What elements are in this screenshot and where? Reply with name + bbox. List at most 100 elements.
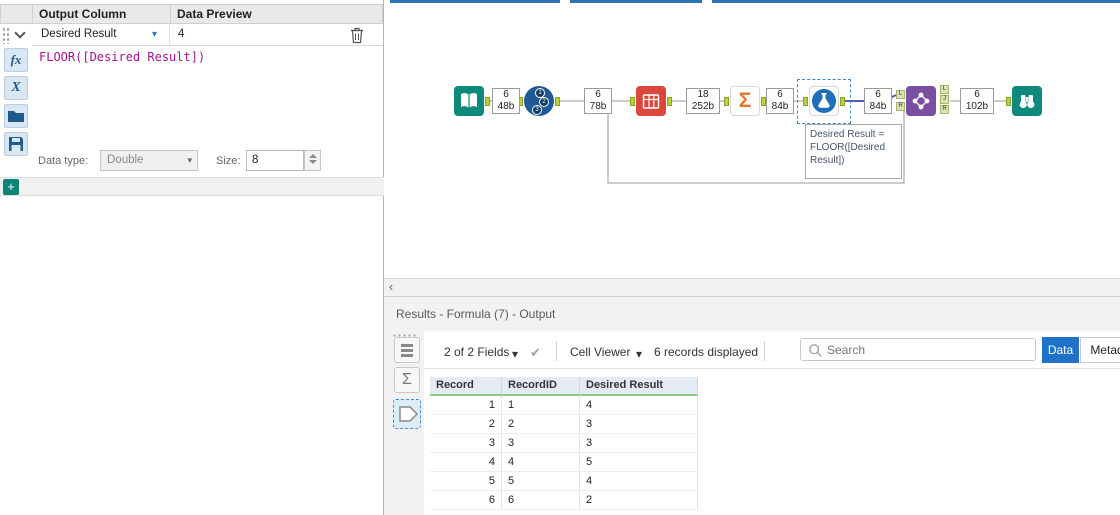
record-count: 6 (974, 89, 980, 100)
alteryx-designer-window: Output Column Data Preview Desired Resul… (0, 0, 1120, 515)
grid-cell[interactable]: 3 (502, 434, 580, 453)
cell-viewer-caret-icon[interactable]: ▾ (636, 347, 642, 361)
connection-label[interactable]: 6 84b (864, 88, 892, 114)
preview-value: 4 (178, 28, 185, 40)
fields-caret-icon[interactable]: ▾ (512, 347, 518, 361)
record-count: 6 (875, 89, 881, 100)
connection-label[interactable]: 6 48b (492, 88, 520, 114)
data-toggle-button[interactable]: Data (1042, 337, 1079, 363)
grid-cell[interactable]: 3 (430, 434, 502, 453)
formula-config-panel: Output Column Data Preview Desired Resul… (0, 0, 384, 515)
join-input-L-anchor[interactable]: L (896, 90, 905, 99)
expression-editor[interactable]: FLOOR([Desired Result]) (33, 46, 383, 150)
config-view-icon[interactable] (394, 337, 420, 363)
join-tool[interactable] (906, 86, 936, 116)
summary-view-icon[interactable]: Σ (394, 367, 420, 393)
byte-size: 252b (691, 101, 715, 112)
fields-summary[interactable]: 2 of 2 Fields (444, 345, 509, 359)
size-spinner[interactable] (304, 150, 321, 171)
join-output-R-anchor[interactable]: R (940, 105, 949, 114)
grid-cell[interactable]: 2 (502, 415, 580, 434)
results-panel: Results - Formula (7) - Output Σ 2 of 2 … (384, 296, 1120, 515)
grid-cell[interactable]: 4 (430, 453, 502, 472)
transpose-tool[interactable] (636, 86, 666, 116)
browse-tool[interactable] (1012, 86, 1042, 116)
row-drag-handle[interactable] (2, 27, 11, 44)
grid-cell[interactable]: 4 (580, 472, 698, 491)
column-header[interactable]: RecordID (502, 377, 580, 396)
save-icon[interactable] (4, 132, 28, 156)
output-anchor-tab-selected[interactable] (393, 399, 421, 429)
grid-cell[interactable]: 1 (430, 396, 502, 415)
record-count: 6 (503, 89, 509, 100)
output-anchor[interactable] (485, 97, 490, 106)
search-box[interactable] (800, 338, 1036, 361)
grid-cell[interactable]: 5 (502, 472, 580, 491)
input-anchor[interactable] (1006, 97, 1011, 106)
summarize-tool[interactable]: Σ (730, 86, 760, 116)
grid-cell[interactable]: 1 (502, 396, 580, 415)
grid-cell[interactable]: 4 (580, 396, 698, 415)
search-input[interactable] (827, 340, 1027, 359)
record-count: 6 (595, 89, 601, 100)
spinner-down-icon[interactable] (308, 160, 317, 164)
fx-functions-icon[interactable]: fx (4, 48, 28, 72)
byte-size: 78b (589, 101, 607, 112)
grid-cell[interactable]: 6 (430, 491, 502, 510)
scroll-left-arrow-icon[interactable]: ‹ (384, 280, 398, 294)
data-type-select[interactable]: Double ▾ (100, 150, 198, 171)
grid-cell[interactable]: 3 (580, 434, 698, 453)
grid-cell[interactable]: 2 (580, 491, 698, 510)
grid-cell[interactable]: 5 (580, 453, 698, 472)
input-data-tool[interactable] (454, 86, 484, 116)
join-output-L-anchor[interactable]: L (940, 85, 949, 94)
connection-label[interactable]: 6 84b (766, 88, 794, 114)
record-id-tool[interactable]: 1 2 3 (524, 86, 554, 116)
field-dropdown-caret-icon[interactable]: ▾ (152, 24, 157, 45)
join-input-R-anchor[interactable]: R (896, 102, 905, 111)
connection-label[interactable]: 18 252b (686, 88, 720, 114)
formula-tool[interactable] (809, 86, 839, 116)
size-input[interactable]: 8 (246, 150, 304, 171)
circle-3-icon: 3 (532, 105, 542, 115)
add-column-button[interactable]: + (3, 179, 19, 195)
data-type-value: Double (107, 154, 144, 166)
column-header[interactable]: Desired Result (580, 377, 698, 396)
connection-label[interactable]: 6 78b (584, 88, 612, 114)
byte-size: 84b (869, 101, 887, 112)
workflow-canvas[interactable]: 1 2 3 Σ L R L J R 6 48b 6 78b 18 252b 6 … (384, 0, 1120, 278)
tool-annotation[interactable]: Desired Result = FLOOR([Desired Result]) (805, 124, 902, 179)
cell-viewer-button[interactable]: Cell Viewer (570, 345, 630, 359)
spinner-up-icon[interactable] (308, 154, 317, 158)
canvas-horizontal-scrollbar[interactable] (384, 278, 1120, 296)
connection-label[interactable]: 6 102b (960, 88, 994, 114)
chevron-down-icon[interactable] (14, 27, 26, 39)
beaker-icon (812, 89, 836, 113)
toolbar-separator (764, 341, 765, 361)
expression-text[interactable]: FLOOR([Desired Result]) (33, 46, 383, 68)
record-count: 6 (777, 89, 783, 100)
input-anchor[interactable] (724, 97, 729, 106)
records-displayed: 6 records displayed (654, 345, 759, 359)
output-field-name[interactable]: Desired Result (41, 24, 116, 45)
header-gutter (0, 4, 33, 24)
column-header[interactable]: Record (430, 377, 502, 396)
data-type-caret-icon[interactable]: ▾ (187, 151, 192, 170)
grid-cell[interactable]: 4 (502, 453, 580, 472)
output-field-row[interactable]: Desired Result ▾ (33, 24, 170, 46)
grid-cell[interactable]: 5 (430, 472, 502, 491)
folder-icon[interactable] (4, 104, 28, 128)
grid-cell[interactable]: 2 (430, 415, 502, 434)
variables-icon[interactable]: X (4, 76, 28, 100)
input-anchor[interactable] (630, 97, 635, 106)
metadata-toggle-button[interactable]: Metad (1080, 337, 1120, 363)
connection-wires (490, 94, 1006, 184)
output-anchor[interactable] (667, 97, 672, 106)
join-nodes-icon (912, 92, 930, 110)
grid-cell[interactable]: 6 (502, 491, 580, 510)
grid-cell[interactable]: 3 (580, 415, 698, 434)
delete-row-trash-icon[interactable] (350, 27, 364, 44)
table-icon (642, 94, 660, 109)
output-anchor[interactable] (555, 97, 560, 106)
join-output-J-anchor[interactable]: J (940, 95, 949, 104)
